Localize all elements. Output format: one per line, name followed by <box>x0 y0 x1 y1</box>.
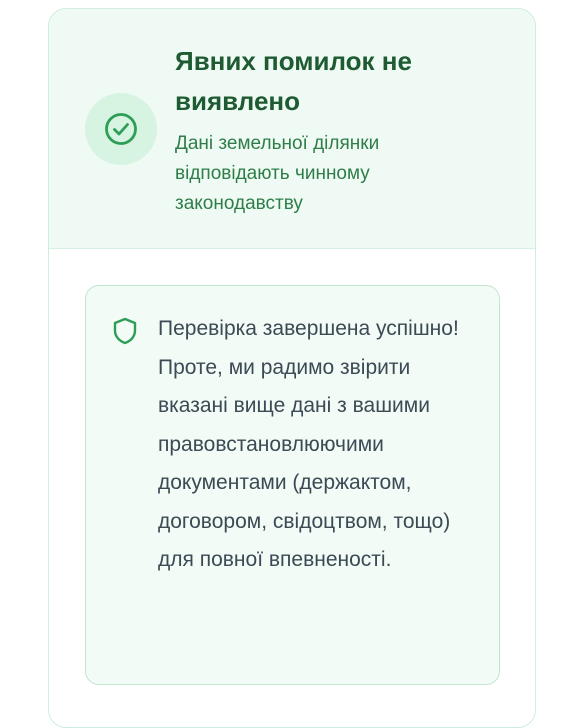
check-circle-icon <box>85 93 157 165</box>
status-subtitle: Дані земельної ділянки відповідають чинн… <box>175 133 380 214</box>
shield-icon <box>113 317 137 345</box>
status-title: Явних помилок не виявлено <box>175 46 412 116</box>
result-card: Явних помилок не виявлено Дані земельної… <box>48 8 536 728</box>
status-header: Явних помилок не виявлено Дані земельної… <box>49 9 535 249</box>
notice-text: Перевірка завершена успішно! Проте, ми р… <box>158 317 459 571</box>
recommendation-notice: Перевірка завершена успішно! Проте, ми р… <box>85 285 500 685</box>
